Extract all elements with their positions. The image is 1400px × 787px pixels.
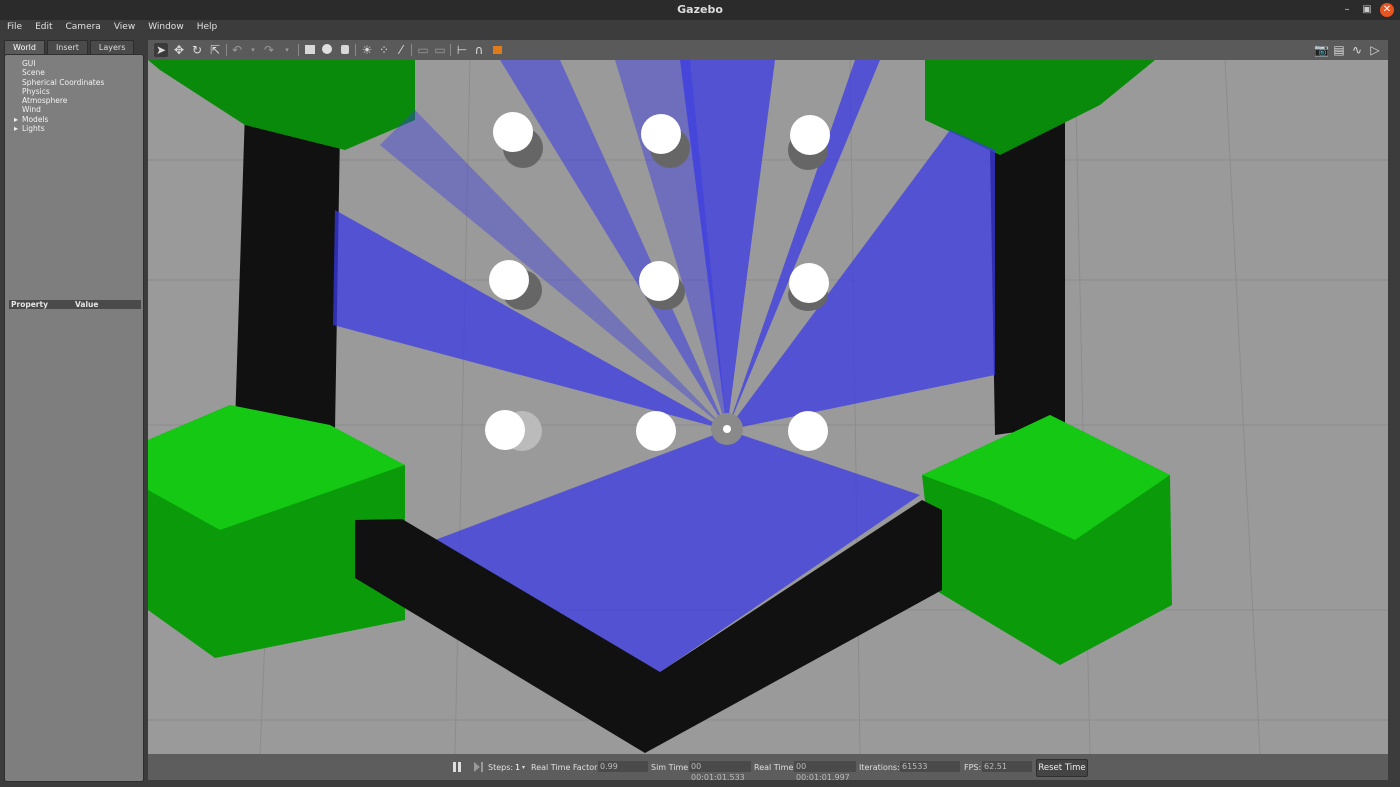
menu-help[interactable]: Help	[190, 20, 224, 36]
tab-layers[interactable]: Layers	[89, 40, 135, 54]
maximize-icon[interactable]: ▣	[1360, 3, 1374, 17]
translate-icon[interactable]: ✥	[172, 43, 186, 57]
tab-world[interactable]: World	[4, 40, 45, 54]
window-controls: – ▣ ✕	[1340, 3, 1394, 17]
rotate-icon[interactable]: ↻	[190, 43, 204, 57]
panel-tabs: World Insert Layers	[4, 40, 144, 54]
window-titlebar: Gazebo – ▣ ✕	[0, 0, 1400, 20]
tree-item-lights[interactable]: Lights	[5, 124, 143, 133]
undo-history-icon[interactable]: ▾	[246, 43, 260, 57]
world-tree: GUI Scene Spherical Coordinates Physics …	[5, 59, 143, 133]
rtf-label: Real Time Factor:	[531, 763, 600, 772]
align-icon[interactable]: ⊢	[455, 43, 469, 57]
video-icon[interactable]: ▷	[1368, 43, 1382, 57]
rtf-value: 0.99	[598, 761, 648, 772]
toolbar-divider	[298, 44, 299, 56]
close-icon[interactable]: ✕	[1380, 3, 1394, 17]
toolbar-divider	[411, 44, 412, 56]
plot-icon[interactable]: ∿	[1350, 43, 1364, 57]
tree-item-gui[interactable]: GUI	[5, 59, 143, 68]
tree-item-models[interactable]: Models	[5, 115, 143, 124]
select-arrow-icon[interactable]: ➤	[154, 43, 168, 57]
menu-bar: File Edit Camera View Window Help	[0, 20, 1400, 36]
iterations-value: 61533	[900, 761, 960, 772]
tree-item-physics[interactable]: Physics	[5, 87, 143, 96]
status-bar: Steps: 1 ▾ Real Time Factor: 0.99 Sim Ti…	[148, 754, 1388, 782]
scene-render	[148, 60, 1388, 754]
menu-file[interactable]: File	[0, 20, 28, 36]
scale-icon[interactable]: ⇱	[208, 43, 222, 57]
cylinder-icon[interactable]	[338, 43, 352, 57]
step-icon[interactable]	[474, 762, 483, 772]
real-time-value: 00 00:01:01.997	[794, 761, 856, 782]
spot-light-icon[interactable]: ⁘	[377, 43, 391, 57]
pillar-back-left	[235, 110, 340, 430]
redo-icon[interactable]: ↷	[262, 43, 276, 57]
tree-item-wind[interactable]: Wind	[5, 105, 143, 114]
render-panel: ➤ ✥ ↻ ⇱ ↶ ▾ ↷ ▾ ☀ ⁘ ⁄ ▭ ▭ ⊢ ∩ 📷 ▤ ∿ ▷ St…	[148, 40, 1388, 782]
toolbar-divider	[355, 44, 356, 56]
menu-camera[interactable]: Camera	[59, 20, 107, 36]
iterations-label: Iterations:	[859, 763, 900, 772]
tab-insert[interactable]: Insert	[46, 40, 88, 54]
pillar-back-right	[990, 120, 1065, 435]
reset-time-button[interactable]: Reset Time	[1036, 759, 1088, 777]
pause-icon[interactable]	[453, 762, 462, 772]
left-panel: World Insert Layers GUI Scene Spherical …	[4, 40, 144, 782]
toolbar-divider	[226, 44, 227, 56]
window-title: Gazebo	[677, 3, 723, 16]
change-view-icon[interactable]	[491, 43, 505, 57]
box-icon[interactable]	[303, 43, 317, 57]
tree-item-atmosphere[interactable]: Atmosphere	[5, 96, 143, 105]
tree-item-scene[interactable]: Scene	[5, 68, 143, 77]
property-table-header: Property Value	[9, 300, 141, 309]
undo-icon[interactable]: ↶	[230, 43, 244, 57]
value-column-header: Value	[75, 300, 99, 309]
minimize-icon[interactable]: –	[1340, 3, 1354, 17]
menu-edit[interactable]: Edit	[28, 20, 58, 36]
toolbar-divider	[450, 44, 451, 56]
world-panel: GUI Scene Spherical Coordinates Physics …	[4, 54, 144, 782]
snap-icon[interactable]: ∩	[472, 43, 486, 57]
fps-label: FPS:	[964, 763, 982, 772]
real-time-label: Real Time:	[754, 763, 797, 772]
steps-value[interactable]: 1	[515, 763, 520, 772]
3d-scene-view[interactable]	[148, 60, 1388, 754]
screenshot-icon[interactable]: 📷	[1314, 43, 1329, 57]
sphere-icon[interactable]	[320, 43, 334, 57]
toolbar: ➤ ✥ ↻ ⇱ ↶ ▾ ↷ ▾ ☀ ⁘ ⁄ ▭ ▭ ⊢ ∩ 📷 ▤ ∿ ▷	[148, 40, 1388, 60]
paste-icon[interactable]: ▭	[433, 43, 447, 57]
copy-icon[interactable]: ▭	[416, 43, 430, 57]
steps-spinner-icon[interactable]: ▾	[522, 764, 525, 771]
fps-value: 62.51	[982, 761, 1032, 772]
steps-label: Steps:	[488, 763, 514, 772]
menu-view[interactable]: View	[107, 20, 141, 36]
directional-light-icon[interactable]: ⁄	[394, 43, 408, 57]
log-icon[interactable]: ▤	[1332, 43, 1346, 57]
point-light-icon[interactable]: ☀	[360, 43, 374, 57]
sim-time-value: 00 00:01:01.533	[689, 761, 751, 782]
redo-history-icon[interactable]: ▾	[280, 43, 294, 57]
sim-time-label: Sim Time:	[651, 763, 691, 772]
robot-lidar	[723, 425, 731, 433]
menu-window[interactable]: Window	[141, 20, 190, 36]
property-column-header: Property	[11, 300, 48, 309]
tree-item-spherical-coordinates[interactable]: Spherical Coordinates	[5, 78, 143, 87]
